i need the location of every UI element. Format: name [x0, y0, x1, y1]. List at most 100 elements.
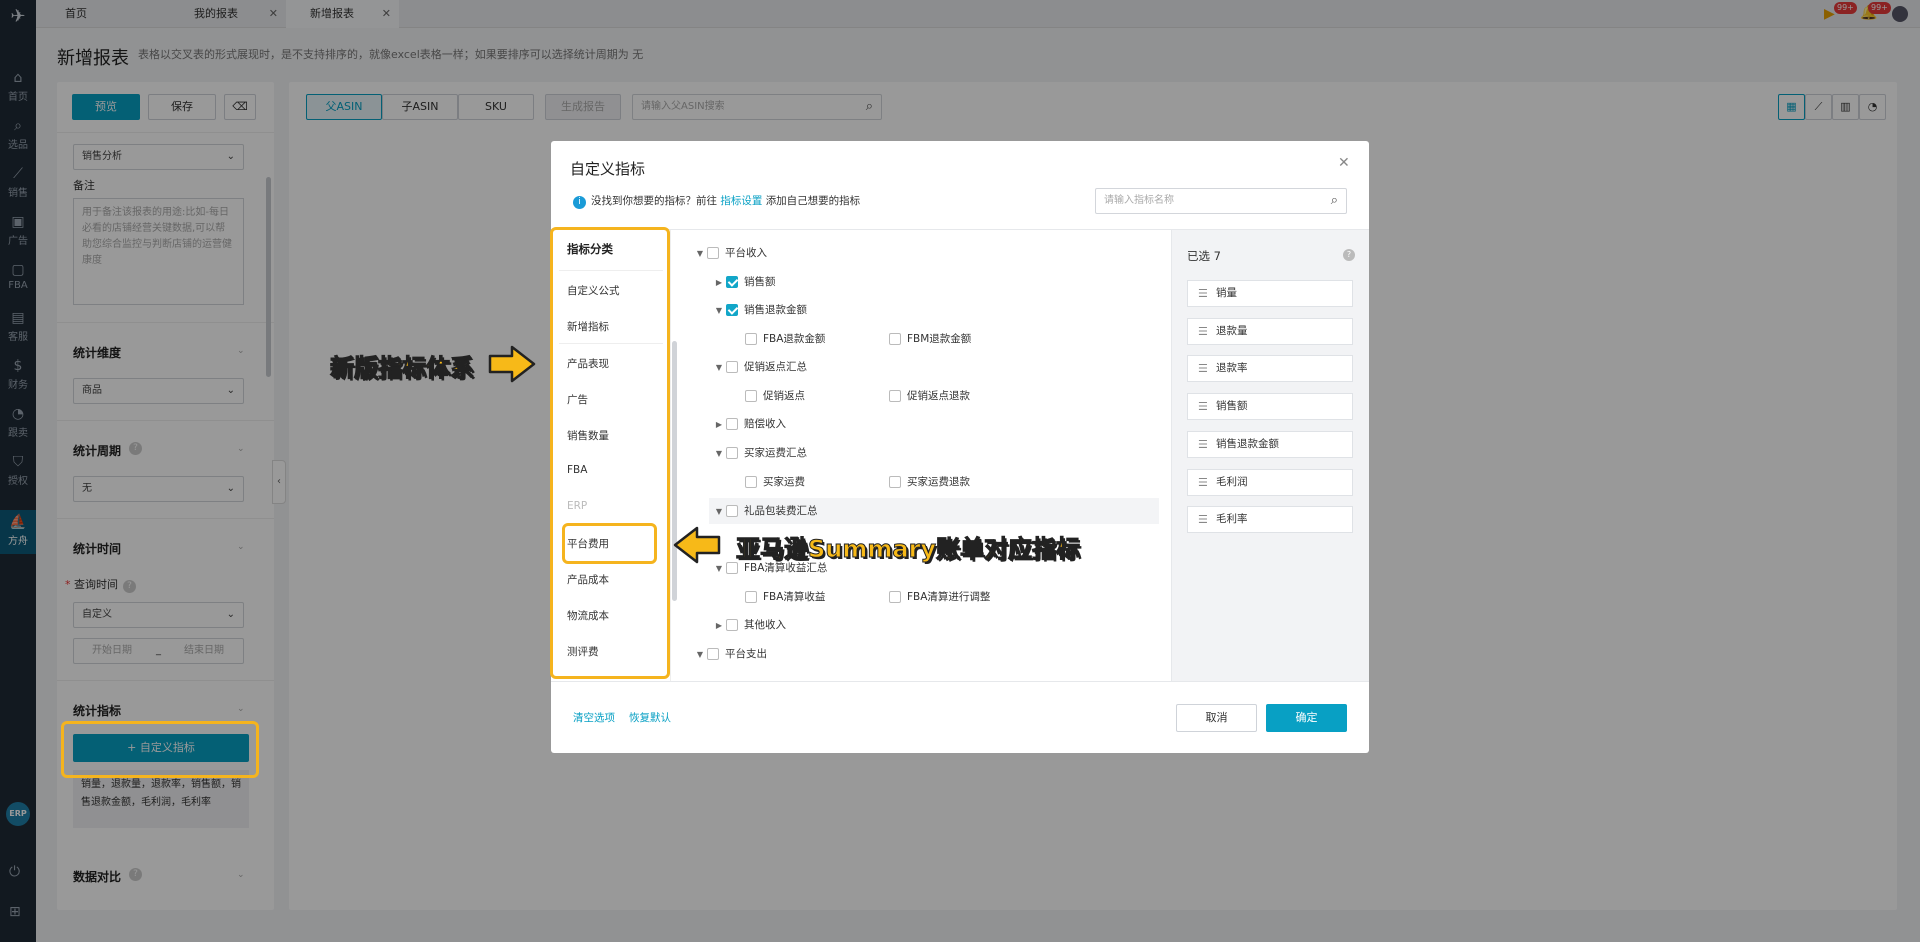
callout-new-system: 新版指标体系 — [330, 354, 475, 383]
tree-node-promo-rebate[interactable]: 促销返点 — [745, 386, 805, 406]
selected-item-label: 毛利润 — [1216, 476, 1248, 488]
restore-default-link[interactable]: 恢复默认 — [629, 710, 671, 725]
tree-node-fba-liquidation[interactable]: FBA清算收益 — [745, 587, 825, 607]
cancel-button[interactable]: 取消 — [1176, 704, 1257, 732]
checkbox[interactable] — [745, 333, 757, 345]
selected-item-label: 毛利率 — [1216, 513, 1248, 525]
selected-item[interactable]: ☰ 销售额 — [1187, 393, 1353, 420]
tree-label: 销售退款金额 — [744, 304, 807, 316]
caret-down-icon[interactable]: ▼ — [712, 444, 726, 464]
caret-right-icon[interactable]: ▶ — [712, 273, 726, 293]
tree-label: 促销返点退款 — [907, 390, 970, 402]
highlight-category-list — [550, 227, 670, 679]
tree-label: FBA清算收益 — [763, 591, 826, 603]
info-prefix: 没找到你想要的指标？前往 — [591, 195, 717, 207]
selected-item[interactable]: ☰ 退款率 — [1187, 355, 1353, 382]
selected-item-label: 销售退款金额 — [1216, 438, 1279, 450]
close-icon[interactable]: ✕ — [1338, 155, 1350, 171]
tree-node-shipping-summary[interactable]: ▼ 买家运费汇总 — [712, 443, 807, 463]
selected-item[interactable]: ☰ 退款量 — [1187, 318, 1353, 345]
tree-label: FBA退款金额 — [763, 333, 826, 345]
arrow-right-icon — [488, 345, 536, 383]
tree-label: 平台支出 — [725, 648, 767, 660]
checkbox[interactable] — [707, 648, 719, 660]
clear-selection-link[interactable]: 清空选项 — [573, 710, 615, 725]
drag-handle-icon[interactable]: ☰ — [1198, 356, 1208, 381]
tree-label: 平台收入 — [725, 247, 767, 259]
help-icon[interactable]: ? — [1343, 249, 1355, 261]
tree-node-platform-income[interactable]: ▼ 平台收入 — [693, 243, 767, 263]
checkbox[interactable] — [745, 390, 757, 402]
caret-down-icon[interactable]: ▼ — [712, 301, 726, 321]
tree-label: 赔偿收入 — [744, 418, 786, 430]
selected-item[interactable]: ☰ 销量 — [1187, 280, 1353, 307]
tree-node-compensation[interactable]: ▶ 赔偿收入 — [712, 414, 786, 434]
tree-label: 买家运费退款 — [907, 476, 970, 488]
drag-handle-icon[interactable]: ☰ — [1198, 470, 1208, 495]
selected-item-label: 退款量 — [1216, 325, 1248, 337]
caret-down-icon[interactable]: ▼ — [712, 502, 726, 522]
drag-handle-icon[interactable]: ☰ — [1198, 281, 1208, 306]
tree-node-shipping-refund[interactable]: 买家运费退款 — [889, 472, 970, 492]
tree-node-gift-wrap[interactable]: ▼ 礼品包装费汇总 — [712, 501, 818, 521]
checkbox[interactable] — [726, 361, 738, 373]
info-line: i 没找到你想要的指标？前往 指标设置 添加自己想要的指标 — [573, 193, 860, 209]
checkbox[interactable] — [745, 591, 757, 603]
arrow-left-icon — [673, 526, 721, 564]
checkbox[interactable] — [726, 619, 738, 631]
info-suffix: 添加自己想要的指标 — [765, 195, 861, 207]
drag-handle-icon[interactable]: ☰ — [1198, 507, 1208, 532]
selected-item-label: 销售额 — [1216, 400, 1248, 412]
confirm-button[interactable]: 确定 — [1266, 704, 1347, 732]
checkbox[interactable] — [889, 390, 901, 402]
search-placeholder: 请输入指标名称 — [1104, 195, 1174, 206]
tree-node-sales-refund[interactable]: ▼ 销售退款金额 — [712, 300, 807, 320]
checkbox[interactable] — [726, 505, 738, 517]
info-icon: i — [573, 196, 586, 209]
callout-amazon-summary: 亚马逊Summary账单对应指标 — [735, 535, 1081, 564]
tree-node-fba-refund[interactable]: FBA退款金额 — [745, 329, 825, 349]
selected-item-label: 销量 — [1216, 287, 1237, 299]
metric-search-input[interactable]: 请输入指标名称 ⌕ — [1095, 188, 1347, 214]
caret-right-icon[interactable]: ▶ — [712, 616, 726, 636]
tree-node-buyer-shipping[interactable]: 买家运费 — [745, 472, 805, 492]
drag-handle-icon[interactable]: ☰ — [1198, 394, 1208, 419]
selected-count: 已选 7 — [1187, 249, 1221, 263]
tree-label: FBM退款金额 — [907, 333, 972, 345]
tree-node-sales-amount[interactable]: ▶ 销售额 — [712, 272, 776, 292]
tree-label: 其他收入 — [744, 619, 786, 631]
checkbox[interactable] — [745, 476, 757, 488]
caret-down-icon[interactable]: ▼ — [693, 645, 707, 665]
checkbox[interactable] — [726, 276, 738, 288]
tree-label: 买家运费汇总 — [744, 447, 807, 459]
tree-label: 销售额 — [744, 276, 776, 288]
checkbox[interactable] — [889, 333, 901, 345]
metric-settings-link[interactable]: 指标设置 — [720, 195, 762, 207]
tree-node-other-income[interactable]: ▶ 其他收入 — [712, 615, 786, 635]
tree-node-platform-expense[interactable]: ▼ 平台支出 — [693, 644, 767, 664]
drag-handle-icon[interactable]: ☰ — [1198, 432, 1208, 457]
checkbox[interactable] — [726, 447, 738, 459]
highlight-platform-fees — [562, 523, 657, 564]
selected-item[interactable]: ☰ 销售退款金额 — [1187, 431, 1353, 458]
caret-down-icon[interactable]: ▼ — [693, 244, 707, 264]
highlight-custom-metrics-button — [61, 721, 259, 778]
checkbox[interactable] — [707, 247, 719, 259]
tree-node-promo-rebate-refund[interactable]: 促销返点退款 — [889, 386, 970, 406]
selected-item[interactable]: ☰ 毛利率 — [1187, 506, 1353, 533]
tree-label: 礼品包装费汇总 — [744, 505, 818, 517]
caret-down-icon[interactable]: ▼ — [712, 358, 726, 378]
search-icon[interactable]: ⌕ — [1331, 189, 1338, 213]
checkbox[interactable] — [889, 476, 901, 488]
selected-item[interactable]: ☰ 毛利润 — [1187, 469, 1353, 496]
tree-node-fbm-refund[interactable]: FBM退款金额 — [889, 329, 971, 349]
checkbox[interactable] — [889, 591, 901, 603]
tree-node-fba-liquidation-adjust[interactable]: FBA清算进行调整 — [889, 587, 990, 607]
drag-handle-icon[interactable]: ☰ — [1198, 319, 1208, 344]
checkbox[interactable] — [726, 304, 738, 316]
caret-right-icon[interactable]: ▶ — [712, 415, 726, 435]
tree-label: 促销返点 — [763, 390, 805, 402]
tree-label: 买家运费 — [763, 476, 805, 488]
tree-node-promo-summary[interactable]: ▼ 促销返点汇总 — [712, 357, 807, 377]
checkbox[interactable] — [726, 418, 738, 430]
